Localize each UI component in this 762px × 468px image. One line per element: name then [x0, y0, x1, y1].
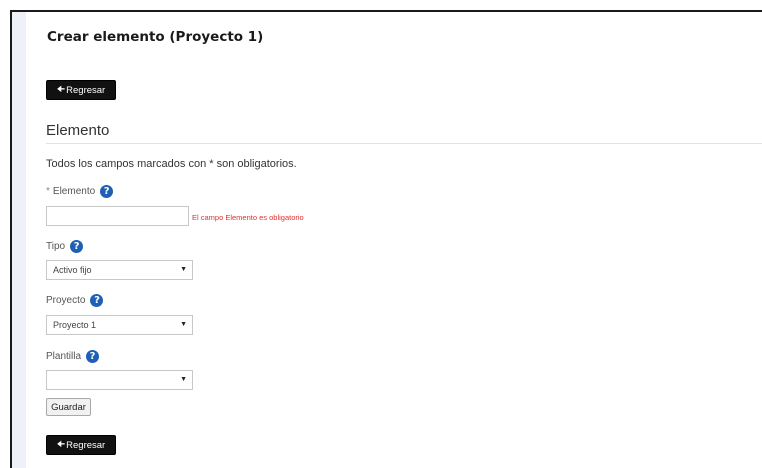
caret-down-icon: ▼	[180, 376, 187, 383]
plantilla-label: Plantilla ?	[46, 350, 100, 363]
section-divider	[46, 143, 762, 144]
caret-down-icon: ▼	[180, 321, 187, 328]
proyecto-label: Proyecto ?	[46, 294, 104, 307]
arrow-left-icon: 🠈	[56, 84, 66, 94]
elemento-label-text: Elemento	[52, 186, 96, 197]
tipo-label: Tipo ?	[46, 240, 84, 253]
back-button-bottom[interactable]: 🠈 Regresar	[46, 435, 116, 455]
save-button[interactable]: Guardar	[46, 398, 91, 416]
question-circle-icon[interactable]: ?	[86, 350, 100, 363]
tipo-label-text: Tipo	[46, 241, 66, 252]
plantilla-label-text: Plantilla	[46, 351, 82, 362]
question-circle-icon[interactable]: ?	[100, 185, 114, 198]
section-title: Elemento	[46, 122, 110, 139]
elemento-error-message: El campo Elemento es obligatorio	[192, 213, 304, 222]
left-sidebar-strip	[12, 12, 26, 468]
question-circle-icon[interactable]: ?	[70, 240, 84, 253]
page-title: Crear elemento (Proyecto 1)	[47, 29, 264, 45]
tipo-select[interactable]: Activo fijo ▼	[46, 260, 193, 280]
required-fields-note: Todos los campos marcados con * son obli…	[46, 158, 297, 170]
back-button-top[interactable]: 🠈 Regresar	[46, 80, 116, 100]
proyecto-label-text: Proyecto	[46, 295, 86, 306]
question-circle-icon[interactable]: ?	[90, 294, 104, 307]
plantilla-select[interactable]: ▼	[46, 370, 193, 390]
elemento-input[interactable]	[46, 206, 189, 226]
tipo-selected-value: Activo fijo	[53, 265, 92, 275]
arrow-left-icon: 🠈	[56, 439, 66, 449]
main-content: Crear elemento (Proyecto 1) 🠈 Regresar E…	[44, 12, 762, 468]
back-button-label: Regresar	[66, 439, 106, 451]
proyecto-select[interactable]: Proyecto 1 ▼	[46, 315, 193, 335]
back-button-label: Regresar	[66, 84, 106, 96]
elemento-label: * Elemento ?	[46, 185, 114, 198]
app-frame: Crear elemento (Proyecto 1) 🠈 Regresar E…	[10, 10, 762, 468]
proyecto-selected-value: Proyecto 1	[53, 320, 97, 330]
caret-down-icon: ▼	[180, 266, 187, 273]
required-asterisk: *	[46, 186, 50, 197]
